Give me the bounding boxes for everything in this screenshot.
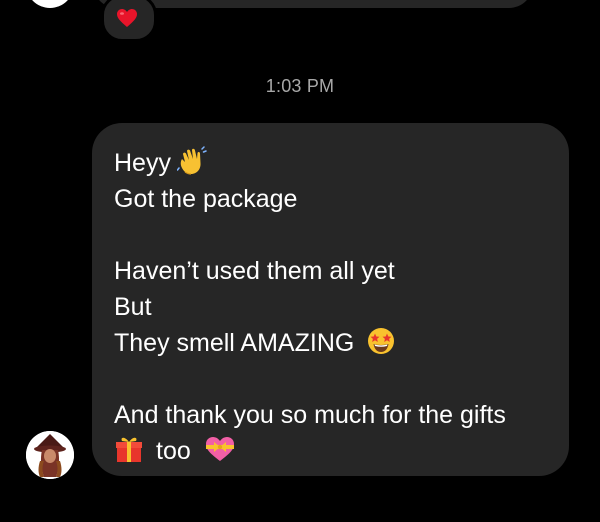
message-line-5: But (114, 293, 152, 321)
message-text: They smell AMAZING (114, 329, 355, 357)
message-line-8: And thank you so much for the gifts (114, 401, 506, 429)
red-heart-icon (116, 8, 138, 33)
heart-with-ribbon-icon (203, 434, 237, 464)
message-line-2: Got the package (114, 185, 298, 213)
message-line-4: Haven’t used them all yet (114, 257, 395, 285)
message-bubble[interactable]: Heyy Got the package Haven’t used them a… (92, 123, 569, 476)
waving-hand-icon (176, 146, 207, 176)
star-struck-face-icon (366, 326, 396, 356)
next-timestamp-partial (290, 508, 370, 522)
message-text: Heyy (114, 149, 171, 177)
message-timestamp: 1:03 PM (265, 76, 335, 96)
sender-avatar[interactable] (26, 431, 74, 479)
message-text: too (156, 437, 191, 465)
wrapped-gift-icon (114, 434, 144, 464)
previous-sender-avatar[interactable] (26, 0, 74, 8)
message-reaction[interactable] (101, 0, 157, 42)
message-line-9: too (114, 433, 548, 469)
previous-message-bubble[interactable] (93, 0, 533, 8)
message-line-1: Heyy (114, 145, 548, 181)
message-line-6: They smell AMAZING (114, 325, 548, 361)
